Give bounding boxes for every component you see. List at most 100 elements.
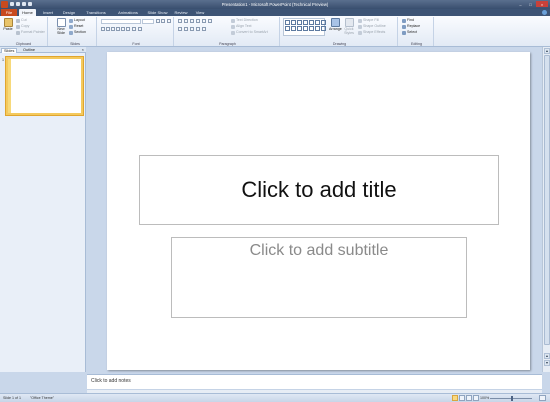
fit-to-window-icon[interactable] (539, 395, 546, 401)
arrange-button[interactable]: Arrange (329, 18, 342, 36)
paste-button[interactable]: Paste (2, 18, 14, 36)
shape-outline-button[interactable]: Shape Outline (358, 24, 386, 29)
zoom-slider-handle[interactable] (511, 396, 513, 401)
group-clipboard: Paste Cut Copy Format Painter Clipboard (0, 17, 48, 46)
replace-button[interactable]: Replace (402, 24, 420, 29)
group-editing: Find Replace Select Editing (400, 17, 434, 46)
normal-view-icon[interactable] (452, 395, 458, 401)
align-center-icon[interactable] (184, 27, 188, 31)
window-title: Presentation1 - Microsoft PowerPoint (Te… (221, 2, 329, 7)
clear-formatting-icon[interactable] (167, 19, 171, 23)
shadow-icon[interactable] (116, 27, 120, 31)
oval-shape-icon[interactable] (309, 20, 314, 25)
title-placeholder[interactable]: Click to add title (139, 155, 499, 225)
scroll-up-icon[interactable]: ▲ (544, 48, 550, 54)
reset-icon (69, 24, 73, 29)
justify-icon[interactable] (196, 27, 200, 31)
tab-home[interactable]: Home (19, 9, 36, 16)
tab-animations[interactable]: Animations (114, 9, 142, 16)
slide-thumb-number: 1 (2, 58, 4, 62)
font-size-box[interactable] (142, 19, 154, 24)
tab-review[interactable]: Review (173, 9, 189, 16)
increase-indent-icon[interactable] (196, 19, 200, 23)
reading-view-icon[interactable] (466, 395, 472, 401)
shapes-gallery[interactable] (283, 18, 326, 36)
line-shape-icon[interactable] (291, 20, 296, 25)
format-painter-button[interactable]: Format Painter (16, 30, 45, 35)
font-name-box[interactable] (101, 19, 141, 24)
connector-shape-icon[interactable] (285, 26, 290, 31)
tab-view[interactable]: View (193, 9, 207, 16)
underline-icon[interactable] (111, 27, 115, 31)
character-spacing-icon[interactable] (126, 27, 130, 31)
help-icon[interactable] (542, 10, 547, 15)
quick-styles-button[interactable]: Quick Styles (343, 18, 355, 36)
align-text-button[interactable]: Align Text (231, 24, 252, 29)
next-slide-icon[interactable]: ▼ (544, 360, 550, 366)
find-button[interactable]: Find (402, 18, 414, 23)
brace-shape-icon[interactable] (315, 26, 320, 31)
vertical-scrollbar[interactable]: ▲ ▲ ▼ (542, 47, 550, 372)
arrow-shape-icon[interactable] (297, 20, 302, 25)
copy-button[interactable]: Copy (16, 24, 29, 29)
distributed-icon[interactable] (202, 27, 206, 31)
cut-button[interactable]: Cut (16, 18, 27, 23)
section-button[interactable]: Section (69, 30, 86, 35)
chevron-shape-icon[interactable] (309, 26, 314, 31)
rounded-rect-shape-icon[interactable] (315, 20, 320, 25)
tab-design[interactable]: Design (60, 9, 78, 16)
triangle-shape-icon[interactable] (321, 20, 326, 25)
new-slide-button[interactable]: New Slide (55, 18, 67, 36)
tab-transitions[interactable]: Transitions (82, 9, 110, 16)
previous-slide-icon[interactable]: ▲ (544, 353, 550, 359)
minimize-button[interactable]: – (516, 1, 525, 7)
shape-fill-button[interactable]: Shape Fill (358, 18, 379, 23)
tab-insert[interactable]: Insert (40, 9, 56, 16)
thumbnail-selection-bar (8, 59, 11, 113)
decrease-indent-icon[interactable] (190, 19, 194, 23)
layout-button[interactable]: Layout (69, 18, 85, 23)
pen-icon (358, 24, 362, 29)
align-text-icon (231, 24, 235, 29)
grow-font-icon[interactable] (156, 19, 160, 23)
slide-canvas[interactable]: Click to add title Click to add subtitle (107, 52, 530, 370)
columns-icon[interactable] (208, 19, 212, 23)
font-color-icon[interactable] (138, 27, 142, 31)
new-slide-icon (56, 18, 66, 27)
tab-slide-show[interactable]: Slide Show (145, 9, 170, 16)
rectangle-shape-icon[interactable] (303, 20, 308, 25)
slide-thumbnail[interactable] (6, 57, 83, 115)
subtitle-placeholder[interactable]: Click to add subtitle (171, 237, 467, 318)
strikethrough-icon[interactable] (121, 27, 125, 31)
tab-file[interactable]: File (1, 9, 17, 16)
scroll-thumb[interactable] (544, 55, 550, 345)
text-direction-button[interactable]: Text Direction (231, 18, 258, 23)
select-button[interactable]: Select (402, 30, 417, 35)
group-label-clipboard: Clipboard (15, 42, 32, 46)
bold-icon[interactable] (101, 27, 105, 31)
align-left-icon[interactable] (178, 27, 182, 31)
curve-shape-icon[interactable] (297, 26, 302, 31)
star-shape-icon[interactable] (321, 26, 326, 31)
change-case-icon[interactable] (132, 27, 136, 31)
ribbon: Paste Cut Copy Format Painter Clipboard … (0, 16, 550, 47)
notes-placeholder[interactable]: Click to add notes (91, 378, 131, 384)
block-arrow-shape-icon[interactable] (303, 26, 308, 31)
zoom-level[interactable]: 100% (480, 396, 489, 400)
convert-smartart-button[interactable]: Convert to SmartArt (231, 30, 268, 35)
quick-styles-icon (344, 18, 354, 27)
shrink-font-icon[interactable] (161, 19, 165, 23)
numbering-icon[interactable] (184, 19, 188, 23)
slideshow-view-icon[interactable] (473, 395, 479, 401)
close-button[interactable]: × (536, 1, 548, 7)
reset-button[interactable]: Reset (69, 24, 83, 29)
maximize-button[interactable]: □ (526, 1, 535, 7)
bullets-icon[interactable] (178, 19, 182, 23)
slide-sorter-view-icon[interactable] (459, 395, 465, 401)
align-right-icon[interactable] (190, 27, 194, 31)
italic-icon[interactable] (106, 27, 110, 31)
line-spacing-icon[interactable] (202, 19, 206, 23)
shape-effects-button[interactable]: Shape Effects (358, 30, 385, 35)
elbow-shape-icon[interactable] (291, 26, 296, 31)
textbox-shape-icon[interactable] (285, 20, 290, 25)
